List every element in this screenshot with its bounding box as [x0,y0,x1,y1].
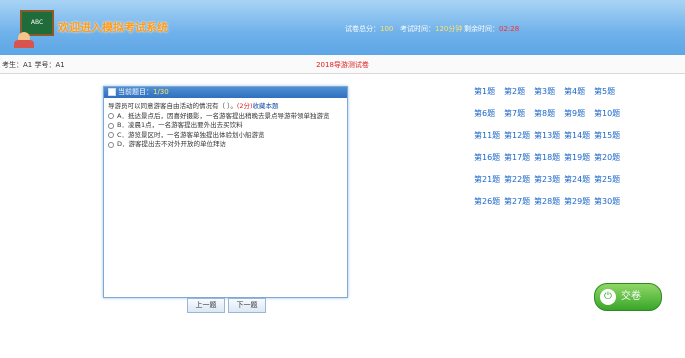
option-d[interactable]: D．游客提出去不对外开放的单位拜访 [108,140,343,150]
favorite-link[interactable]: 收藏本题 [253,102,279,110]
question-panel: 当前题目：1/30 导游员可以同意游客自由活动的情况有（ ）。(2分)收藏本题 … [103,86,348,298]
question-link[interactable]: 第12题 [504,130,534,141]
question-link[interactable]: 第26题 [474,196,504,207]
question-link[interactable]: 第5题 [594,86,624,97]
total-score: 试卷总分：100 [345,25,394,33]
question-link[interactable]: 第24题 [564,174,594,185]
question-link[interactable]: 第4题 [564,86,594,97]
question-link[interactable]: 第7题 [504,108,534,119]
radio-icon[interactable] [108,141,114,148]
question-link[interactable]: 第22题 [504,174,534,185]
question-link[interactable]: 第15题 [594,130,624,141]
question-link[interactable]: 第10题 [594,108,624,119]
question-link[interactable]: 第1题 [474,86,504,97]
exam-duration: 考试时间：120分钟 [400,25,463,33]
power-icon: ⏻ [600,289,616,305]
prev-question-button[interactable]: 上一题 [187,298,225,313]
question-link[interactable]: 第6题 [474,108,504,119]
question-link[interactable]: 第2题 [504,86,534,97]
question-link[interactable]: 第30题 [594,196,624,207]
question-link[interactable]: 第25题 [594,174,624,185]
chalkboard-logo-icon: ABC [14,6,54,48]
radio-icon[interactable] [108,132,114,139]
question-navigation: 第1题 第2题 第3题 第4题 第5题 第6题 第7题 第8题 第9题 第10题 第11题 第12… [474,86,634,218]
radio-icon[interactable] [108,122,114,129]
question-link[interactable]: 第27题 [504,196,534,207]
question-link[interactable]: 第28题 [534,196,564,207]
question-header: 当前题目：1/30 [104,87,347,98]
question-link[interactable]: 第29题 [564,196,594,207]
list-icon [108,88,116,96]
option-c[interactable]: C．游览景区时，一名游客单独提出体验划小船游览 [108,131,343,141]
option-b[interactable]: B．凌晨1点，一名游客提出要外出去买饮料 [108,121,343,131]
system-title: 欢迎进入模拟考试系统 [58,21,168,34]
next-question-button[interactable]: 下一题 [228,298,266,313]
question-link[interactable]: 第23题 [534,174,564,185]
option-a[interactable]: A．抵达景点后，因喜好摄影，一名游客提出稍晚去景点导游带领单独游览 [108,112,343,122]
radio-icon[interactable] [108,113,114,120]
submit-exam-button[interactable]: ⏻ 交卷 [594,283,662,311]
remaining-time: 剩余时间：02:28 [464,25,520,33]
question-link[interactable]: 第16题 [474,152,504,163]
question-link[interactable]: 第11题 [474,130,504,141]
question-link[interactable]: 第14题 [564,130,594,141]
question-link[interactable]: 第20题 [594,152,624,163]
paper-name: 2018导游测试卷 [316,61,369,69]
question-stem: 导游员可以同意游客自由活动的情况有（ ）。(2分)收藏本题 [108,102,279,110]
header: ABC 欢迎进入模拟考试系统 试卷总分：100 考试时间：120分钟 剩余时间：… [0,0,685,55]
question-link[interactable]: 第17题 [504,152,534,163]
question-link[interactable]: 第13题 [534,130,564,141]
question-link[interactable]: 第21题 [474,174,504,185]
question-link[interactable]: 第8题 [534,108,564,119]
question-link[interactable]: 第19题 [564,152,594,163]
question-link[interactable]: 第3题 [534,86,564,97]
question-link[interactable]: 第9题 [564,108,594,119]
question-link[interactable]: 第18题 [534,152,564,163]
student-bar: 考生：A1 学号：A1 2018导游测试卷 [0,55,685,74]
question-score: (2分) [236,102,253,110]
